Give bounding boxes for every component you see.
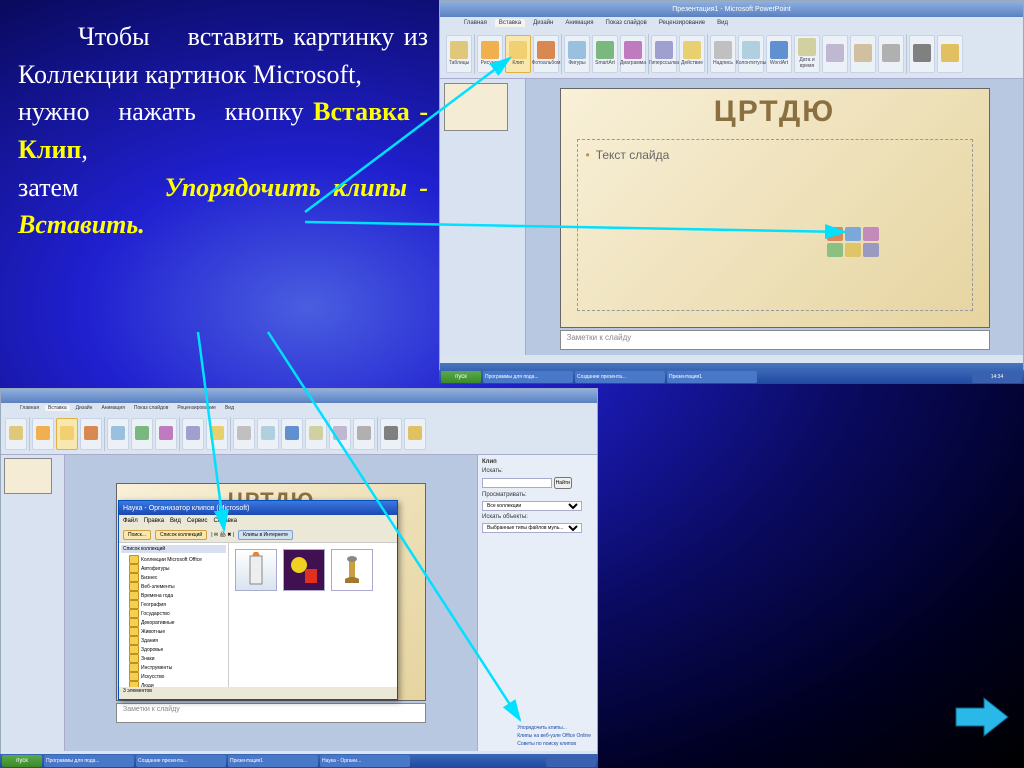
start-button-2[interactable]: пуск [2,755,42,767]
link-organize-clips[interactable]: Упорядочить клипы... [517,725,591,731]
notes-pane-2[interactable]: Заметки к слайду [116,703,426,723]
btn-link[interactable]: Гиперссылка [651,35,677,73]
clip-types-select[interactable]: Выбранные типы файлов муль... [482,523,582,533]
clip-search-input[interactable] [482,478,552,488]
link-search-tips[interactable]: Советы по поиску клипов [517,741,591,747]
btn-clip-2[interactable] [56,418,78,450]
windows-taskbar-1: пуск Программы для пода... Создание през… [439,370,1024,384]
btn-picture[interactable]: Рисунок [477,35,503,73]
system-tray: 14:34 [972,371,1022,383]
clip-thumb-3[interactable] [331,549,373,591]
highlight-organize: Упорядочить клипы - Вставить. [18,173,428,240]
clip-task-pane: Клип Искать: Найти Просматривать: Все ко… [477,455,597,751]
btn-clip[interactable]: Клип [505,35,531,73]
btn-shapes[interactable]: Фигуры [564,35,590,73]
organizer-titlebar: Наука - Организатор клипов (Microsoft) [119,501,397,515]
btn-album[interactable]: Фотоальбом [533,35,559,73]
organizer-clips [229,543,397,687]
clip-organizer-window: Наука - Организатор клипов (Microsoft) Ф… [118,500,398,700]
btn-smartart[interactable]: SmartArt [592,35,618,73]
thumbnail-1[interactable] [444,83,508,131]
btn-slidenum[interactable] [822,35,848,73]
btn-symbol[interactable] [850,35,876,73]
windows-taskbar-2: пуск Программы для пода... Создание през… [0,754,598,768]
btn-headerfooter[interactable]: Колонтитулы [738,35,764,73]
btn-sound[interactable] [937,35,963,73]
clip-search-btn[interactable]: Найти [554,477,572,489]
slide-title: ЦРТДЮ [561,89,989,129]
window-titlebar: Презентация1 - Microsoft PowerPoint [440,1,1023,17]
clip-thumb-1[interactable] [235,549,277,591]
clip-pane-links: Упорядочить клипы... Клипы на веб-узле O… [517,723,591,747]
btn-tables[interactable]: Таблицы [446,35,472,73]
notes-pane[interactable]: Заметки к слайду [560,330,990,350]
btn-wordart[interactable]: WordArt [766,35,792,73]
content-placeholder[interactable]: Текст слайда [577,139,973,311]
organizer-toolbar: Поиск... Список коллекций | ✉ 🖨 ✖ | Клип… [119,527,397,543]
instruction-text: Чтобы вставить картинку из Коллекции кар… [18,18,428,244]
clip-thumb-2[interactable] [283,549,325,591]
placeholder-icons[interactable] [827,227,879,257]
btn-textbox[interactable]: Надпись [710,35,736,73]
btn-movie[interactable] [909,35,935,73]
next-slide-arrow[interactable] [954,696,1010,738]
btn-chart[interactable]: Диаграмма [620,35,646,73]
ribbon-insert: Таблицы Рисунок Клип Фотоальбом Фигуры S… [440,29,1023,79]
btn-object[interactable] [878,35,904,73]
start-button[interactable]: пуск [441,371,481,383]
organizer-tree[interactable]: Список коллекций Коллекции Microsoft Off… [119,543,229,687]
slide-thumbnails [440,79,526,355]
powerpoint-screenshot-1: Презентация1 - Microsoft PowerPoint Глав… [439,0,1024,378]
clip-view-select[interactable]: Все коллекции [482,501,582,511]
btn-datetime[interactable]: Дата и время [794,35,820,73]
ribbon-tabs: Главная Вставка ДизайнАнимацияПоказ слай… [440,17,1023,29]
slide-canvas: ЦРТДЮ Текст слайда [560,88,990,328]
tab-insert[interactable]: Вставка [495,19,525,27]
organizer-menubar: Файл Правка Вид Сервис Справка [119,515,397,527]
tab-insert-2[interactable]: Вставка [45,405,70,411]
link-office-online[interactable]: Клипы на веб-узле Office Online [517,733,591,739]
btn-action[interactable]: Действие [679,35,705,73]
